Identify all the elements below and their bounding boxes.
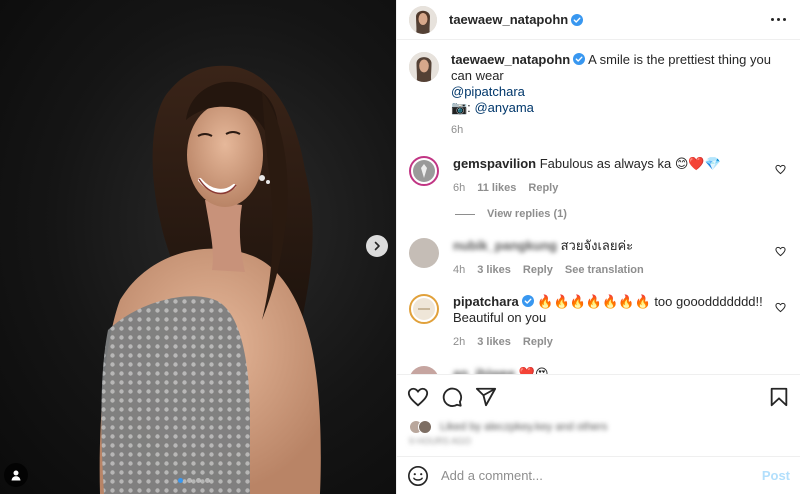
comment-text: Fabulous as always ka xyxy=(539,156,672,171)
reply-button[interactable]: Reply xyxy=(523,334,553,350)
liker-avatars[interactable] xyxy=(409,420,432,434)
comment-likes[interactable]: 11 likes xyxy=(477,180,516,196)
more-options-icon[interactable] xyxy=(771,18,786,21)
comment-time[interactable]: 6h xyxy=(453,180,465,196)
share-icon[interactable] xyxy=(475,386,497,408)
comment-fire: 🔥🔥🔥🔥🔥🔥🔥 xyxy=(537,294,651,309)
heart-icon[interactable] xyxy=(775,246,786,257)
heart-icon[interactable] xyxy=(775,164,786,175)
comment-item: pipatchara 🔥🔥🔥🔥🔥🔥🔥 too goooddddddd!! Bea… xyxy=(409,294,786,350)
comment-item: an_jhiwee ❤️😍 xyxy=(409,366,786,374)
carousel-dot xyxy=(187,478,192,483)
carousel-dot xyxy=(196,478,201,483)
carousel-dot xyxy=(178,478,183,483)
comment-time[interactable]: 2h xyxy=(453,334,465,350)
reply-button[interactable]: Reply xyxy=(523,262,553,278)
view-replies-button[interactable]: View replies (1) xyxy=(455,208,786,220)
photo-image xyxy=(99,65,321,494)
verified-icon xyxy=(573,53,586,65)
next-slide-button[interactable] xyxy=(366,235,388,257)
avatar-image xyxy=(413,160,435,182)
avatar-image xyxy=(413,298,435,320)
comment-emoji: ❤️😍 xyxy=(518,366,549,374)
verified-icon xyxy=(521,295,534,307)
avatar-image xyxy=(409,5,437,34)
user-tag-button[interactable] xyxy=(4,463,28,487)
comment-input[interactable] xyxy=(441,468,762,483)
carousel-dot xyxy=(205,478,210,483)
post-photo[interactable] xyxy=(0,0,396,494)
comment-time[interactable]: 4h xyxy=(453,262,465,278)
caption-time[interactable]: 6h xyxy=(451,122,463,138)
avatar[interactable] xyxy=(409,238,439,268)
caption: taewaew_natapohn A smile is the pretties… xyxy=(409,52,786,138)
see-translation-button[interactable]: See translation xyxy=(565,262,644,278)
comment-icon[interactable] xyxy=(441,386,463,408)
camera-credit-link[interactable]: @anyama xyxy=(474,100,533,115)
comment-item: gemspavilion Fabulous as always ka 😊❤️💎 … xyxy=(409,156,786,196)
comment-username[interactable]: gemspavilion xyxy=(453,156,536,171)
reply-button[interactable]: Reply xyxy=(528,180,558,196)
avatar[interactable] xyxy=(409,52,439,82)
avatar-image xyxy=(409,52,439,82)
view-replies-label: View replies (1) xyxy=(487,208,567,220)
heart-icon[interactable] xyxy=(407,386,429,408)
post-date: 9 HOURS AGO xyxy=(409,436,472,446)
action-bar xyxy=(397,374,800,418)
post-button[interactable]: Post xyxy=(762,468,790,483)
post-sidebar: taewaew_natapohn taewaew_natapohn A smil… xyxy=(396,0,800,494)
comment-composer: Post xyxy=(397,456,800,494)
likes-summary: Liked by aleczpkey.key and others 9 HOUR… xyxy=(397,418,800,456)
camera-glyph: 📷: xyxy=(451,100,471,115)
comment-username[interactable]: pipatchara xyxy=(453,294,519,309)
header-username[interactable]: taewaew_natapohn xyxy=(449,12,568,27)
avatar[interactable] xyxy=(409,156,439,186)
avatar[interactable] xyxy=(409,5,437,34)
next-arrow-icon xyxy=(374,241,380,251)
heart-icon[interactable] xyxy=(775,302,786,313)
avatar[interactable] xyxy=(409,294,439,324)
user-tag-icon xyxy=(11,470,21,481)
comment-emoji: 😊❤️💎 xyxy=(674,156,721,171)
comment-likes[interactable]: 3 likes xyxy=(477,334,511,350)
mention-link[interactable]: @pipatchara xyxy=(451,84,525,99)
avatar[interactable] xyxy=(409,366,439,374)
comment-username[interactable]: an_jhiwee xyxy=(453,366,515,374)
caption-username[interactable]: taewaew_natapohn xyxy=(451,52,570,67)
carousel-dots xyxy=(178,478,210,483)
likes-text[interactable]: Liked by aleczpkey.key and others xyxy=(440,421,607,433)
save-icon[interactable] xyxy=(768,386,790,408)
post-modal: taewaew_natapohn taewaew_natapohn A smil… xyxy=(0,0,800,494)
comment-text: สวยจังเลยค่ะ xyxy=(560,238,634,253)
comment-item: nubik_pangkung สวยจังเลยค่ะ 4h 3 likes R… xyxy=(409,238,786,278)
emoji-icon[interactable] xyxy=(407,465,429,487)
verified-icon xyxy=(571,13,584,26)
comments-list[interactable]: taewaew_natapohn A smile is the pretties… xyxy=(397,40,800,374)
post-header: taewaew_natapohn xyxy=(397,0,800,40)
comment-username[interactable]: nubik_pangkung xyxy=(453,238,557,253)
comment-likes[interactable]: 3 likes xyxy=(477,262,511,278)
